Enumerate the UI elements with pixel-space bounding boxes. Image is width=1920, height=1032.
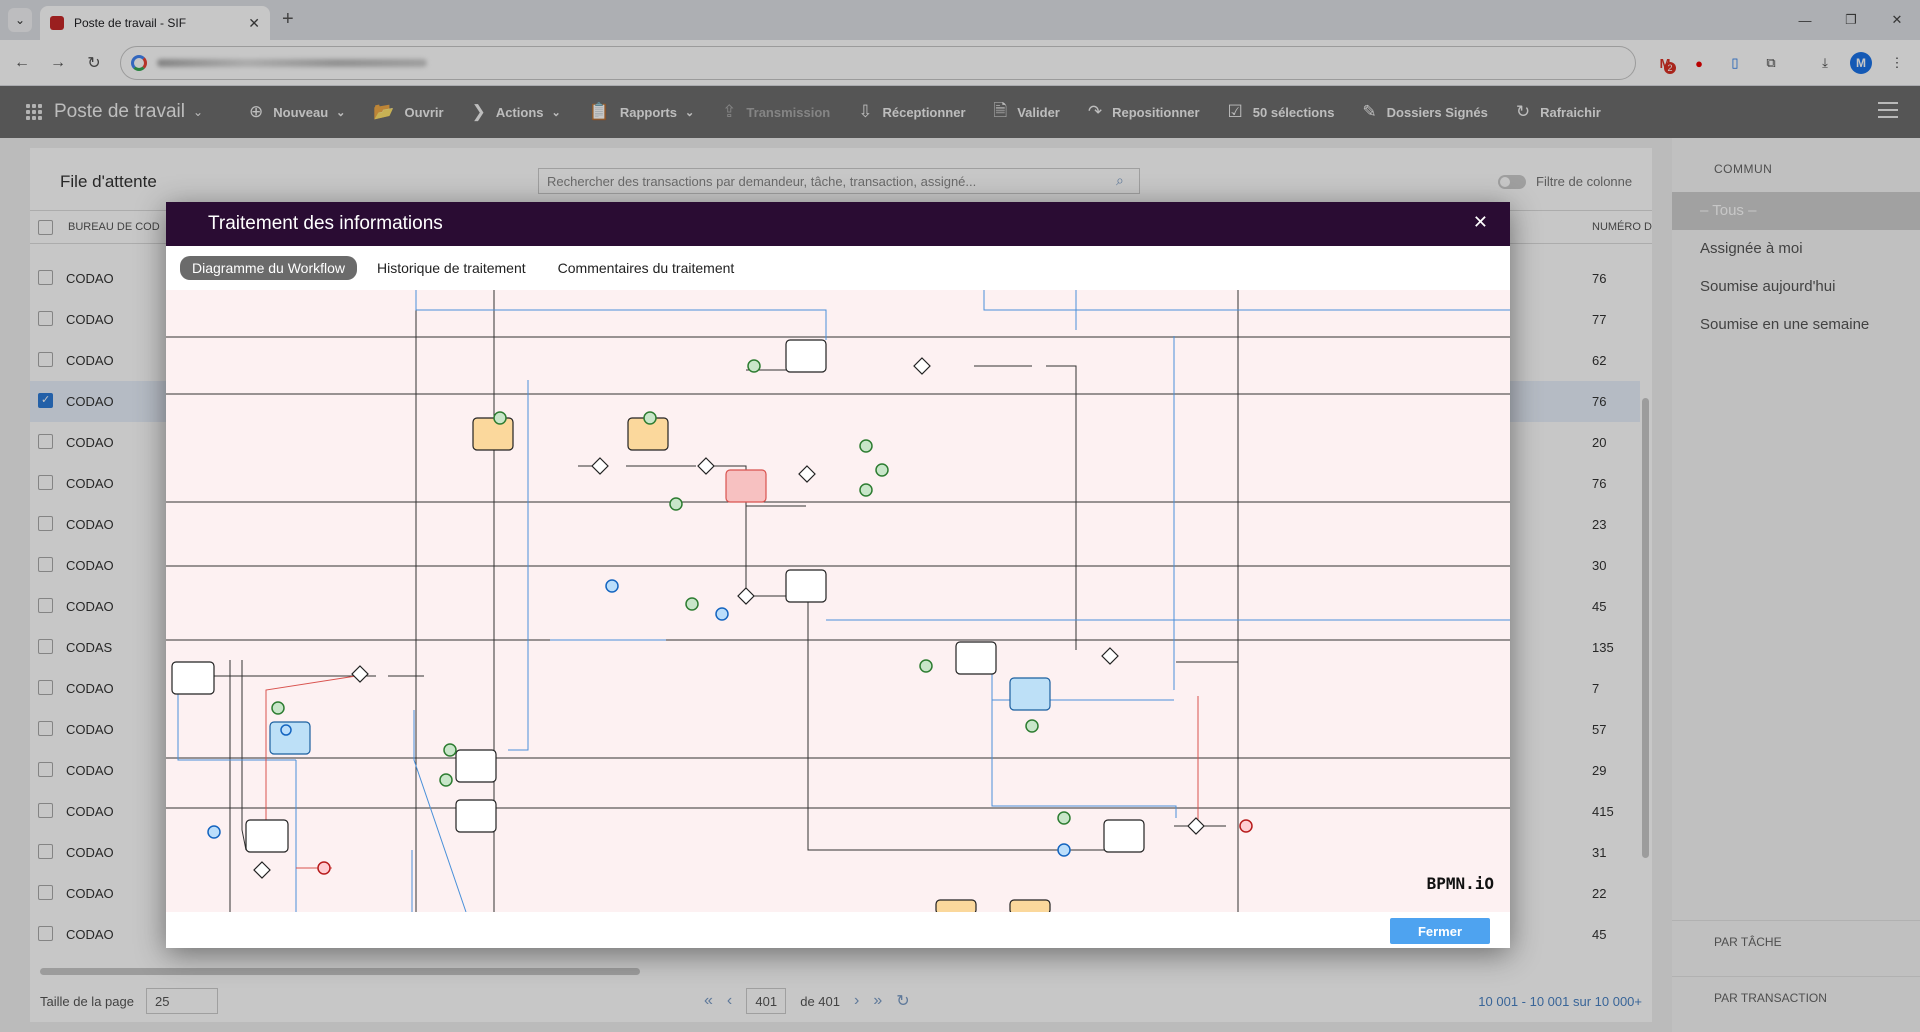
- modal-close-icon[interactable]: ✕: [1473, 212, 1488, 233]
- modal-title: Traitement des informations: [208, 213, 443, 234]
- tab-commentaires[interactable]: Commentaires du traitement: [546, 256, 747, 280]
- fermer-button[interactable]: Fermer: [1390, 918, 1490, 944]
- bpmn-diagram[interactable]: [166, 290, 1510, 912]
- workflow-modal: Traitement des informations ✕ Diagramme …: [166, 202, 1510, 948]
- modal-header: Traitement des informations ✕: [166, 202, 1510, 246]
- modal-footer: Fermer: [166, 912, 1510, 948]
- modal-tabs: Diagramme du Workflow Historique de trai…: [166, 246, 1510, 290]
- bpmn-io-logo[interactable]: BPMN.iO: [1427, 874, 1494, 893]
- bpmn-diagram-canvas[interactable]: BPMN.iO: [166, 290, 1510, 912]
- tab-historique[interactable]: Historique de traitement: [365, 256, 538, 280]
- tab-diagramme[interactable]: Diagramme du Workflow: [180, 256, 358, 280]
